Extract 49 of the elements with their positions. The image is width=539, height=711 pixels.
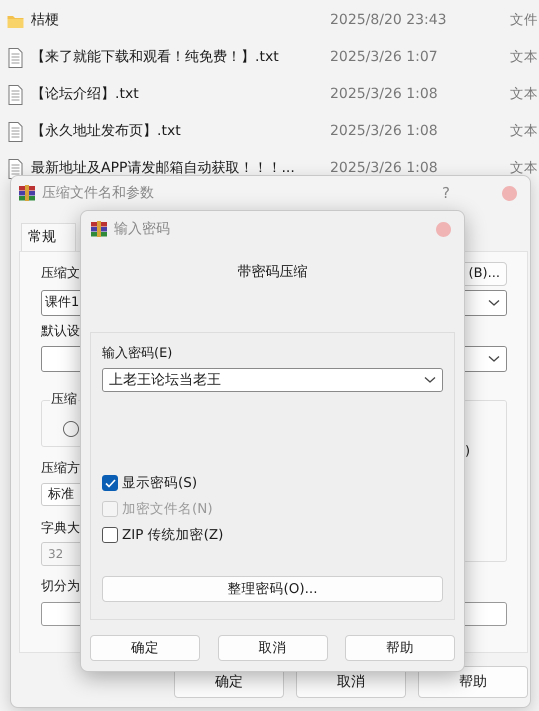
- group-text: ): [465, 444, 470, 459]
- file-type: 文本: [510, 122, 538, 142]
- stacked-books-icon: [18, 184, 36, 202]
- chevron-down-icon: [488, 355, 500, 363]
- file-type: 文件: [510, 11, 538, 30]
- organize-passwords-button[interactable]: 整理密码(O)...: [102, 576, 443, 602]
- field-label: 默认设: [41, 323, 80, 341]
- checkbox-label: 加密文件名(N): [122, 500, 213, 519]
- file-type: 文本: [510, 159, 538, 178]
- dialog-button[interactable]: 取消: [218, 635, 328, 661]
- modified-date: 2025/3/26 1:08: [330, 122, 439, 141]
- field-label: 切分为: [41, 578, 80, 596]
- file-name[interactable]: 桔梗: [31, 10, 330, 31]
- window-title: 输入密码: [114, 220, 170, 238]
- tab[interactable]: 常规: [21, 223, 76, 251]
- field-label: 字典大: [41, 520, 80, 538]
- dialog-button[interactable]: 帮助: [345, 635, 455, 661]
- file-name[interactable]: 【论坛介绍】.txt: [31, 84, 330, 105]
- dialog-button[interactable]: 帮助: [418, 666, 528, 698]
- file-name[interactable]: 【来了就能下载和观看！纯免费！】.txt: [31, 47, 330, 68]
- file-type: 文本: [510, 85, 538, 104]
- window-title: 压缩文件名和参数: [42, 184, 154, 202]
- dialog-heading: 带密码压缩: [238, 263, 308, 281]
- dialog-button[interactable]: 确定: [90, 635, 200, 661]
- stacked-books-icon: [90, 220, 108, 238]
- modified-date: 2025/8/20 23:43: [330, 11, 448, 30]
- radio-button[interactable]: [63, 420, 79, 436]
- document-icon: [7, 84, 24, 104]
- modified-date: 2025/3/26 1:07: [330, 48, 439, 67]
- password-combo[interactable]: 上老王论坛当老王: [102, 368, 443, 392]
- modified-date: 2025/3/26 1:08: [330, 159, 439, 178]
- file-name[interactable]: 【永久地址发布页】.txt: [31, 121, 330, 142]
- field-label: 输入密码(E): [102, 345, 172, 363]
- field-label: 压缩方: [41, 460, 80, 478]
- document-icon: [7, 48, 24, 68]
- combo-value: 课件1: [45, 294, 80, 312]
- combo-value: 上老王论坛当老王: [109, 370, 221, 390]
- checkbox-label: ZIP 传统加密(Z): [122, 526, 224, 545]
- chevron-down-icon: [424, 376, 436, 384]
- file-type: 文本: [510, 48, 538, 68]
- checkbox[interactable]: [102, 527, 118, 543]
- file-name[interactable]: 最新地址及APP请发邮箱自动获取！！！...: [31, 158, 330, 179]
- checkbox[interactable]: [102, 475, 118, 491]
- chevron-down-icon: [488, 299, 500, 307]
- checkbox-label: 显示密码(S): [122, 474, 198, 493]
- checkmark-icon: [104, 478, 116, 488]
- field-label: 压缩文: [41, 265, 80, 283]
- modified-date: 2025/3/26 1:08: [330, 85, 439, 104]
- document-icon: [7, 122, 24, 142]
